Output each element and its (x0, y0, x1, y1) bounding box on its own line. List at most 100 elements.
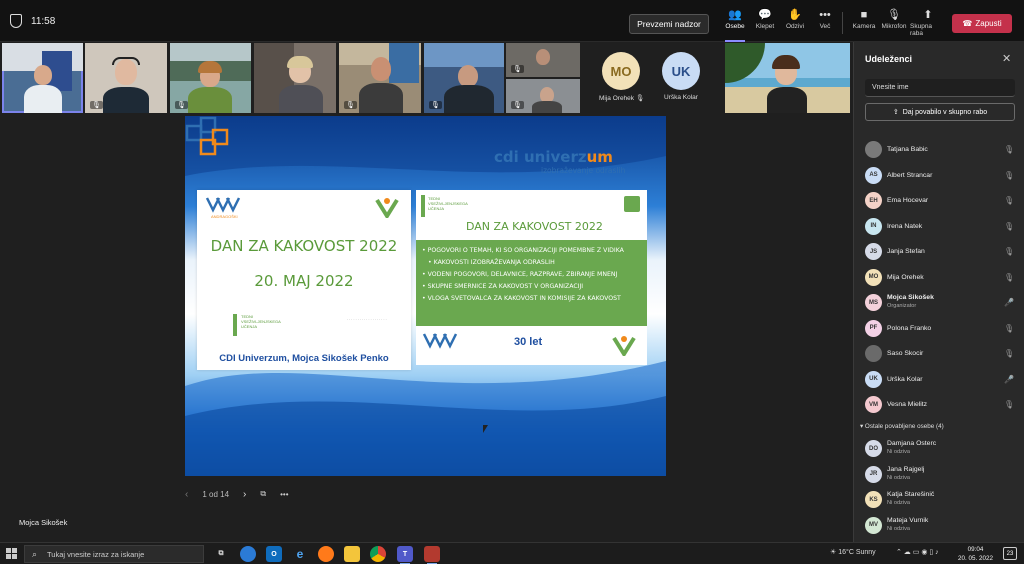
edge-icon[interactable] (240, 546, 256, 562)
sync-slides-icon[interactable]: ⧉ (260, 489, 266, 499)
participant-name: Polona Franko (887, 324, 932, 332)
participant-name: Urška Kolar (887, 375, 923, 383)
participant-name: Katja Starešinič (887, 491, 935, 498)
video-tile[interactable] (2, 43, 83, 113)
slide-counter: 1 od 14 (202, 489, 230, 499)
mic-off-icon: 🎙 (344, 101, 357, 109)
participant-search-input[interactable]: Vnesite ime (865, 79, 1015, 97)
chrome-icon[interactable] (370, 546, 386, 562)
participant-row[interactable]: PF Polona Franko 🎙 (854, 316, 1024, 340)
avatar: IN (865, 217, 882, 235)
video-tile[interactable]: 🎙 (85, 43, 167, 113)
slide-pager: ‹ 1 od 14 › ⧉ ••• (185, 486, 325, 502)
leaf-logo-icon (375, 198, 399, 218)
video-tile[interactable]: 🎙 (424, 43, 504, 113)
participant-row[interactable]: UK Urška Kolar 🎤 (854, 367, 1024, 391)
slide-bullet: VODENI POGOVORI, DELAVNICE, RAZPRAVE, ZB… (422, 269, 641, 281)
participant-name: Mija Orehek (887, 273, 924, 281)
video-tile[interactable]: 🎙 (339, 43, 421, 113)
teams-meeting-window: 11:58 Prevzemi nadzor 👥 Osebe 💬 Klepet ✋… (0, 0, 1024, 564)
slide-bullet-list: POGOVORI O TEMAH, KI SO ORGANIZACIJI POM… (416, 240, 647, 326)
take-control-button[interactable]: Prevzemi nadzor (629, 14, 709, 34)
participant-row[interactable]: Saso Skocir 🎙 (854, 341, 1024, 365)
video-tile[interactable] (254, 43, 336, 113)
avatar: EH (865, 192, 882, 209)
mic-off-icon: 🎙 (1004, 145, 1015, 154)
participant-status: Organizator (887, 303, 917, 309)
firefox-icon[interactable] (318, 546, 334, 562)
search-icon: ⌕ (32, 549, 38, 559)
participant-row[interactable]: JR Jana Rajgelj Ni odziva (854, 462, 1024, 486)
notification-count[interactable]: 23 (1003, 547, 1017, 560)
internet-explorer-icon[interactable]: e (292, 546, 308, 562)
participant-row[interactable]: VM Vesna Mielitz 🎙 (854, 392, 1024, 416)
toolbar-divider (842, 12, 843, 34)
mic-off-icon: 🎙 (175, 101, 188, 109)
avatar[interactable]: UK (662, 52, 700, 90)
taskbar-clock[interactable]: 09:04 20. 05. 2022 (958, 545, 993, 563)
participant-row[interactable]: AS Albert Strancar 🎙 (854, 163, 1024, 187)
slide-author: CDI Univerzum, Mojca Sikošek Penko (219, 353, 389, 364)
mic-off-icon: 🎙 (635, 95, 645, 102)
previous-slide-icon[interactable]: ‹ (185, 489, 188, 500)
video-tile[interactable]: 🎙 (506, 79, 580, 113)
participant-name: Tatjana Babic (887, 146, 928, 153)
avatar (865, 141, 882, 158)
participant-name: Ema Hocevar (887, 197, 929, 204)
file-explorer-icon[interactable] (344, 546, 360, 562)
presenter-name: Mojca Sikošek (19, 518, 68, 527)
leave-meeting-button[interactable]: ☎ Zapusti (952, 14, 1012, 33)
participant-row[interactable]: MO Mija Orehek 🎙 (854, 265, 1024, 289)
slide-left-card: ANDRAGOŠKI DAN ZA KAKOVOST 2022 20. MAJ … (197, 190, 411, 370)
brand-subtitle: izobraževanje odraslih (541, 166, 626, 175)
avatar: JS (865, 243, 882, 260)
close-icon[interactable]: ✕ (1002, 52, 1011, 65)
panel-title: Udeleženci (865, 54, 913, 64)
next-slide-icon[interactable]: › (243, 489, 246, 500)
avatar[interactable]: MO (602, 52, 640, 90)
microphone-button[interactable]: 🎙 Mikrofon (876, 8, 912, 38)
participant-row[interactable]: DO Damjana Osterc Ni odziva (854, 436, 1024, 460)
app-icon[interactable] (424, 546, 440, 564)
mic-off-icon: 🎙 (1004, 247, 1015, 256)
more-icon: ••• (819, 9, 831, 21)
avatar (865, 345, 882, 362)
task-view-icon[interactable]: ⧉ (213, 546, 229, 562)
video-tile[interactable]: 🎙 (506, 43, 580, 77)
self-video-tile[interactable] (725, 43, 850, 113)
participant-row[interactable]: IN Irena Natek 🎙 (854, 214, 1024, 238)
taskbar-search-input[interactable]: ⌕ Tukaj vnesite izraz za iskanje (24, 545, 204, 563)
participant-row[interactable]: KS Katja Starešinič Ni odziva (854, 487, 1024, 511)
participant-name: Vesna Mielitz (887, 401, 928, 408)
participants-panel: Udeleženci ✕ Vnesite ime ⇪ Daj povabilo … (853, 42, 1024, 542)
slide-right-title: DAN ZA KAKOVOST 2022 (466, 220, 603, 233)
participant-name: Urška Kolar (664, 94, 698, 101)
slide-bullet: VLOGA SVETOVALCA ZA KAKOVOST IN KOMISIJE… (422, 293, 641, 305)
teams-icon[interactable]: T (397, 546, 413, 564)
share-invite-button[interactable]: ⇪ Daj povabilo v skupno rabo (865, 103, 1015, 121)
windows-start-icon[interactable] (6, 548, 17, 559)
video-tile[interactable]: 🎙 (170, 43, 251, 113)
flower-logo-icon (624, 196, 640, 212)
camera-icon: ■ (860, 9, 868, 21)
shared-presentation[interactable]: cdi univerzum izobraževanje odraslih AND… (185, 116, 666, 476)
others-section-header[interactable]: ▾ Ostale povabljene osebe (4) (860, 423, 944, 430)
participant-row[interactable]: Tatjana Babic 🎙 (854, 137, 1024, 161)
outlook-icon[interactable]: O (266, 546, 282, 562)
cdi-univerzum-logo-icon (185, 116, 229, 156)
share-content-button[interactable]: ⬆ Skupna raba (910, 8, 946, 38)
avatar: KS (865, 491, 882, 508)
tvu-logo-icon (205, 197, 241, 213)
more-button[interactable]: ••• Več (807, 8, 843, 38)
participant-row[interactable]: MS Mojca Sikošek Organizator 🎤 (854, 290, 1024, 314)
avatar: DO (865, 440, 882, 457)
participant-row[interactable]: EH Ema Hocevar 🎙 (854, 188, 1024, 212)
participant-row[interactable]: JS Janja Stefan 🎙 (854, 239, 1024, 263)
participant-row[interactable]: MV Mateja Vurnik Ni odziva (854, 513, 1024, 537)
more-options-icon[interactable]: ••• (280, 490, 288, 499)
system-tray-icons[interactable]: ⌃ ☁ ▭ ◉ ▯ ♪ (896, 548, 939, 556)
participant-name: Mojca Sikošek (887, 294, 934, 301)
weather-widget[interactable]: ☀ 16°C Sunny (830, 548, 876, 556)
tvu-logo-text: TEDNI VSEŽIVLJENJSKEGA UČENJA (241, 314, 281, 329)
avatar: VM (865, 396, 882, 413)
